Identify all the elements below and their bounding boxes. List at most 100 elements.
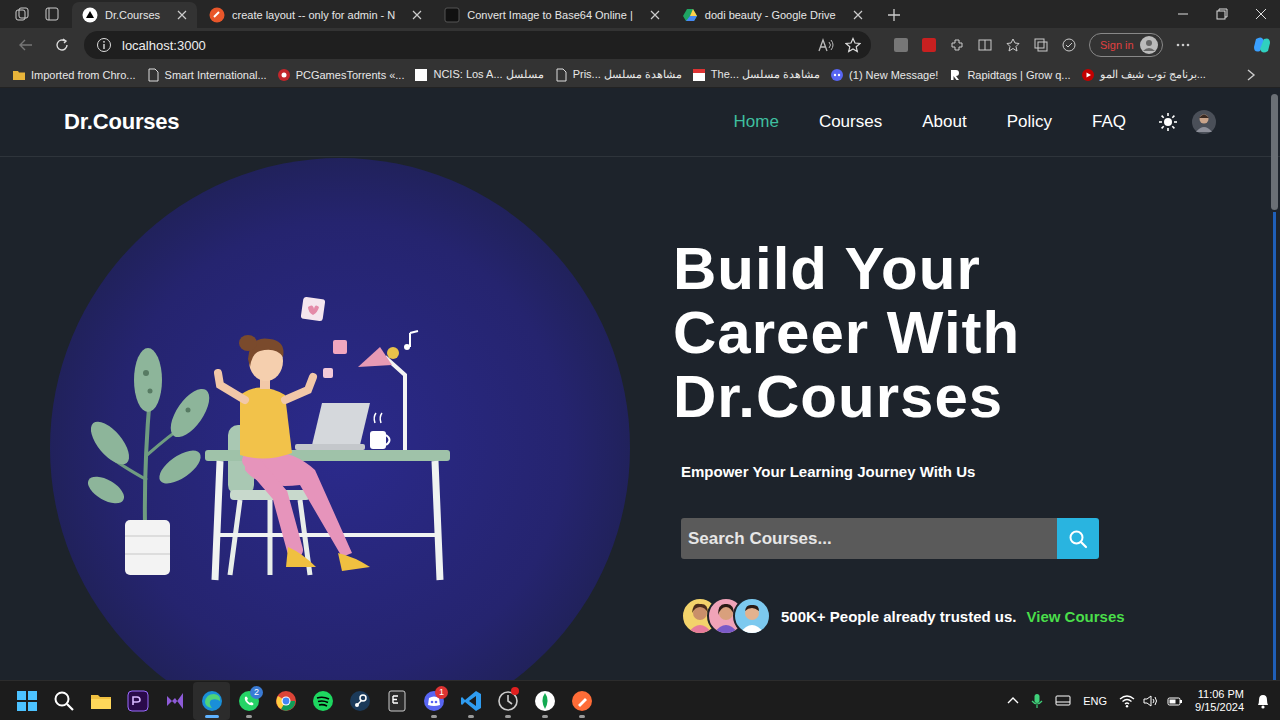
extension-icon[interactable] (1061, 37, 1077, 53)
taskbar: 21ENG11:06 PM9/15/2024 (0, 680, 1280, 720)
view-courses-link[interactable]: View Courses (1027, 608, 1125, 625)
nav-link[interactable]: Policy (1007, 112, 1052, 132)
app-icon (275, 690, 297, 712)
taskbar-app[interactable] (119, 682, 156, 720)
bookmarks-bar: Imported from Chro...Smart International… (0, 62, 1280, 88)
theme-sun-icon[interactable] (1158, 112, 1178, 132)
bookmark[interactable]: NCIS: Los A... مسلسل (410, 68, 547, 82)
nav-link[interactable]: About (922, 112, 966, 132)
extension-icon[interactable] (977, 37, 993, 53)
wifi-icon (1119, 694, 1135, 708)
taskbar-app[interactable] (526, 682, 563, 720)
taskbar-app[interactable] (304, 682, 341, 720)
minimize-icon[interactable] (1163, 0, 1202, 28)
running-indicator (431, 715, 437, 718)
language-indicator[interactable]: ENG (1083, 695, 1107, 707)
refresh-icon[interactable] (48, 31, 76, 59)
menu-icon[interactable] (1175, 37, 1191, 53)
restore-icon[interactable] (1202, 0, 1241, 28)
hero-title: Build YourCareer WithDr.Courses (673, 237, 1280, 429)
app-icon (127, 690, 149, 712)
bookmark[interactable]: Smart International... (142, 68, 271, 82)
bookmark[interactable]: PCGamesTorrents «... (273, 68, 409, 82)
workspaces-icon[interactable] (14, 6, 30, 22)
scrollbar-thumb[interactable] (1271, 94, 1278, 210)
taskbar-app[interactable] (82, 682, 119, 720)
profile-icon (1140, 36, 1158, 54)
close-icon[interactable] (175, 10, 189, 20)
browser-tab[interactable]: create layout -- only for admin - N (199, 2, 432, 28)
quick-settings[interactable] (1119, 694, 1183, 708)
site-header: Dr.Courses Home Courses About Policy FAQ (0, 88, 1280, 157)
browser-tab[interactable]: dodi beauty - Google Drive (672, 2, 873, 28)
taskbar-app[interactable] (45, 682, 82, 720)
more-bookmarks-icon[interactable] (1246, 69, 1272, 81)
taskbar-app[interactable] (452, 682, 489, 720)
bookmark-icon (692, 68, 706, 82)
nav-link[interactable]: Home (734, 112, 779, 132)
bookmark[interactable]: Pris... مشاهدة مسلسل (550, 68, 686, 82)
bookmark[interactable]: Rapidtags | Grow q... (944, 68, 1074, 82)
app-icon (386, 690, 408, 712)
close-window-icon[interactable] (1241, 0, 1280, 28)
avatar-group (681, 597, 771, 635)
taskbar-app[interactable] (489, 682, 526, 720)
favorite-star-icon[interactable] (845, 37, 861, 53)
extension-icon[interactable] (921, 37, 937, 53)
running-indicator (542, 715, 548, 718)
address-bar[interactable]: localhost:3000 (84, 31, 871, 59)
taskbar-app[interactable] (341, 682, 378, 720)
close-icon[interactable] (648, 10, 662, 20)
course-search-input[interactable] (681, 518, 1057, 559)
back-icon[interactable] (12, 31, 40, 59)
user-avatar-icon[interactable] (1192, 110, 1216, 134)
battery-icon (1167, 694, 1183, 708)
extension-icon[interactable] (1005, 37, 1021, 53)
running-indicator (205, 715, 219, 718)
bookmark-label: PCGamesTorrents «... (296, 69, 405, 81)
nav-link[interactable]: FAQ (1092, 112, 1126, 132)
trust-text: 500K+ People already trusted us. (781, 608, 1017, 625)
close-icon[interactable] (410, 10, 424, 20)
extension-icon[interactable] (1033, 37, 1049, 53)
bookmark-icon (414, 68, 428, 82)
taskbar-apps: 21 (8, 682, 600, 720)
taskbar-app[interactable] (8, 682, 45, 720)
display-icon[interactable] (1055, 694, 1071, 708)
search-button[interactable] (1057, 518, 1099, 559)
extension-icon[interactable] (893, 37, 909, 53)
taskbar-app[interactable] (267, 682, 304, 720)
info-icon[interactable] (96, 37, 112, 53)
browser-tab[interactable]: Convert Image to Base64 Online | (434, 2, 670, 28)
bookmark-icon (948, 68, 962, 82)
read-aloud-icon[interactable] (817, 37, 835, 53)
tab-actions-icon[interactable] (44, 6, 60, 22)
bookmark[interactable]: Imported from Chro... (8, 68, 140, 82)
favicon-icon (209, 7, 225, 23)
app-icon (571, 690, 593, 712)
browser-tab[interactable]: Dr.Courses (72, 2, 197, 28)
microphone-icon[interactable] (1031, 693, 1043, 709)
taskbar-app[interactable] (193, 682, 230, 720)
new-tab-icon[interactable] (875, 2, 913, 28)
window-controls (1163, 0, 1280, 28)
bookmark[interactable]: The... مشاهدة مسلسل (688, 68, 824, 82)
sign-in-button[interactable]: Sign in (1089, 33, 1163, 57)
taskbar-app[interactable] (378, 682, 415, 720)
taskbar-app[interactable] (563, 682, 600, 720)
close-icon[interactable] (851, 10, 865, 20)
person-avatar-icon (733, 597, 771, 635)
taskbar-app[interactable] (156, 682, 193, 720)
bookmark[interactable]: برنامج توب شيف المو... (1077, 68, 1210, 82)
taskbar-app[interactable]: 1 (415, 682, 452, 720)
taskbar-app[interactable]: 2 (230, 682, 267, 720)
show-hidden-icon[interactable] (1007, 695, 1019, 707)
extension-icon[interactable] (949, 37, 965, 53)
copilot-icon[interactable] (1252, 35, 1272, 55)
bookmark[interactable]: (1) New Message! (826, 68, 942, 82)
bookmark-label: Rapidtags | Grow q... (967, 69, 1070, 81)
site-logo[interactable]: Dr.Courses (64, 109, 179, 135)
notification-bell-icon[interactable] (1256, 693, 1270, 709)
nav-link[interactable]: Courses (819, 112, 882, 132)
clock[interactable]: 11:06 PM9/15/2024 (1195, 688, 1244, 714)
